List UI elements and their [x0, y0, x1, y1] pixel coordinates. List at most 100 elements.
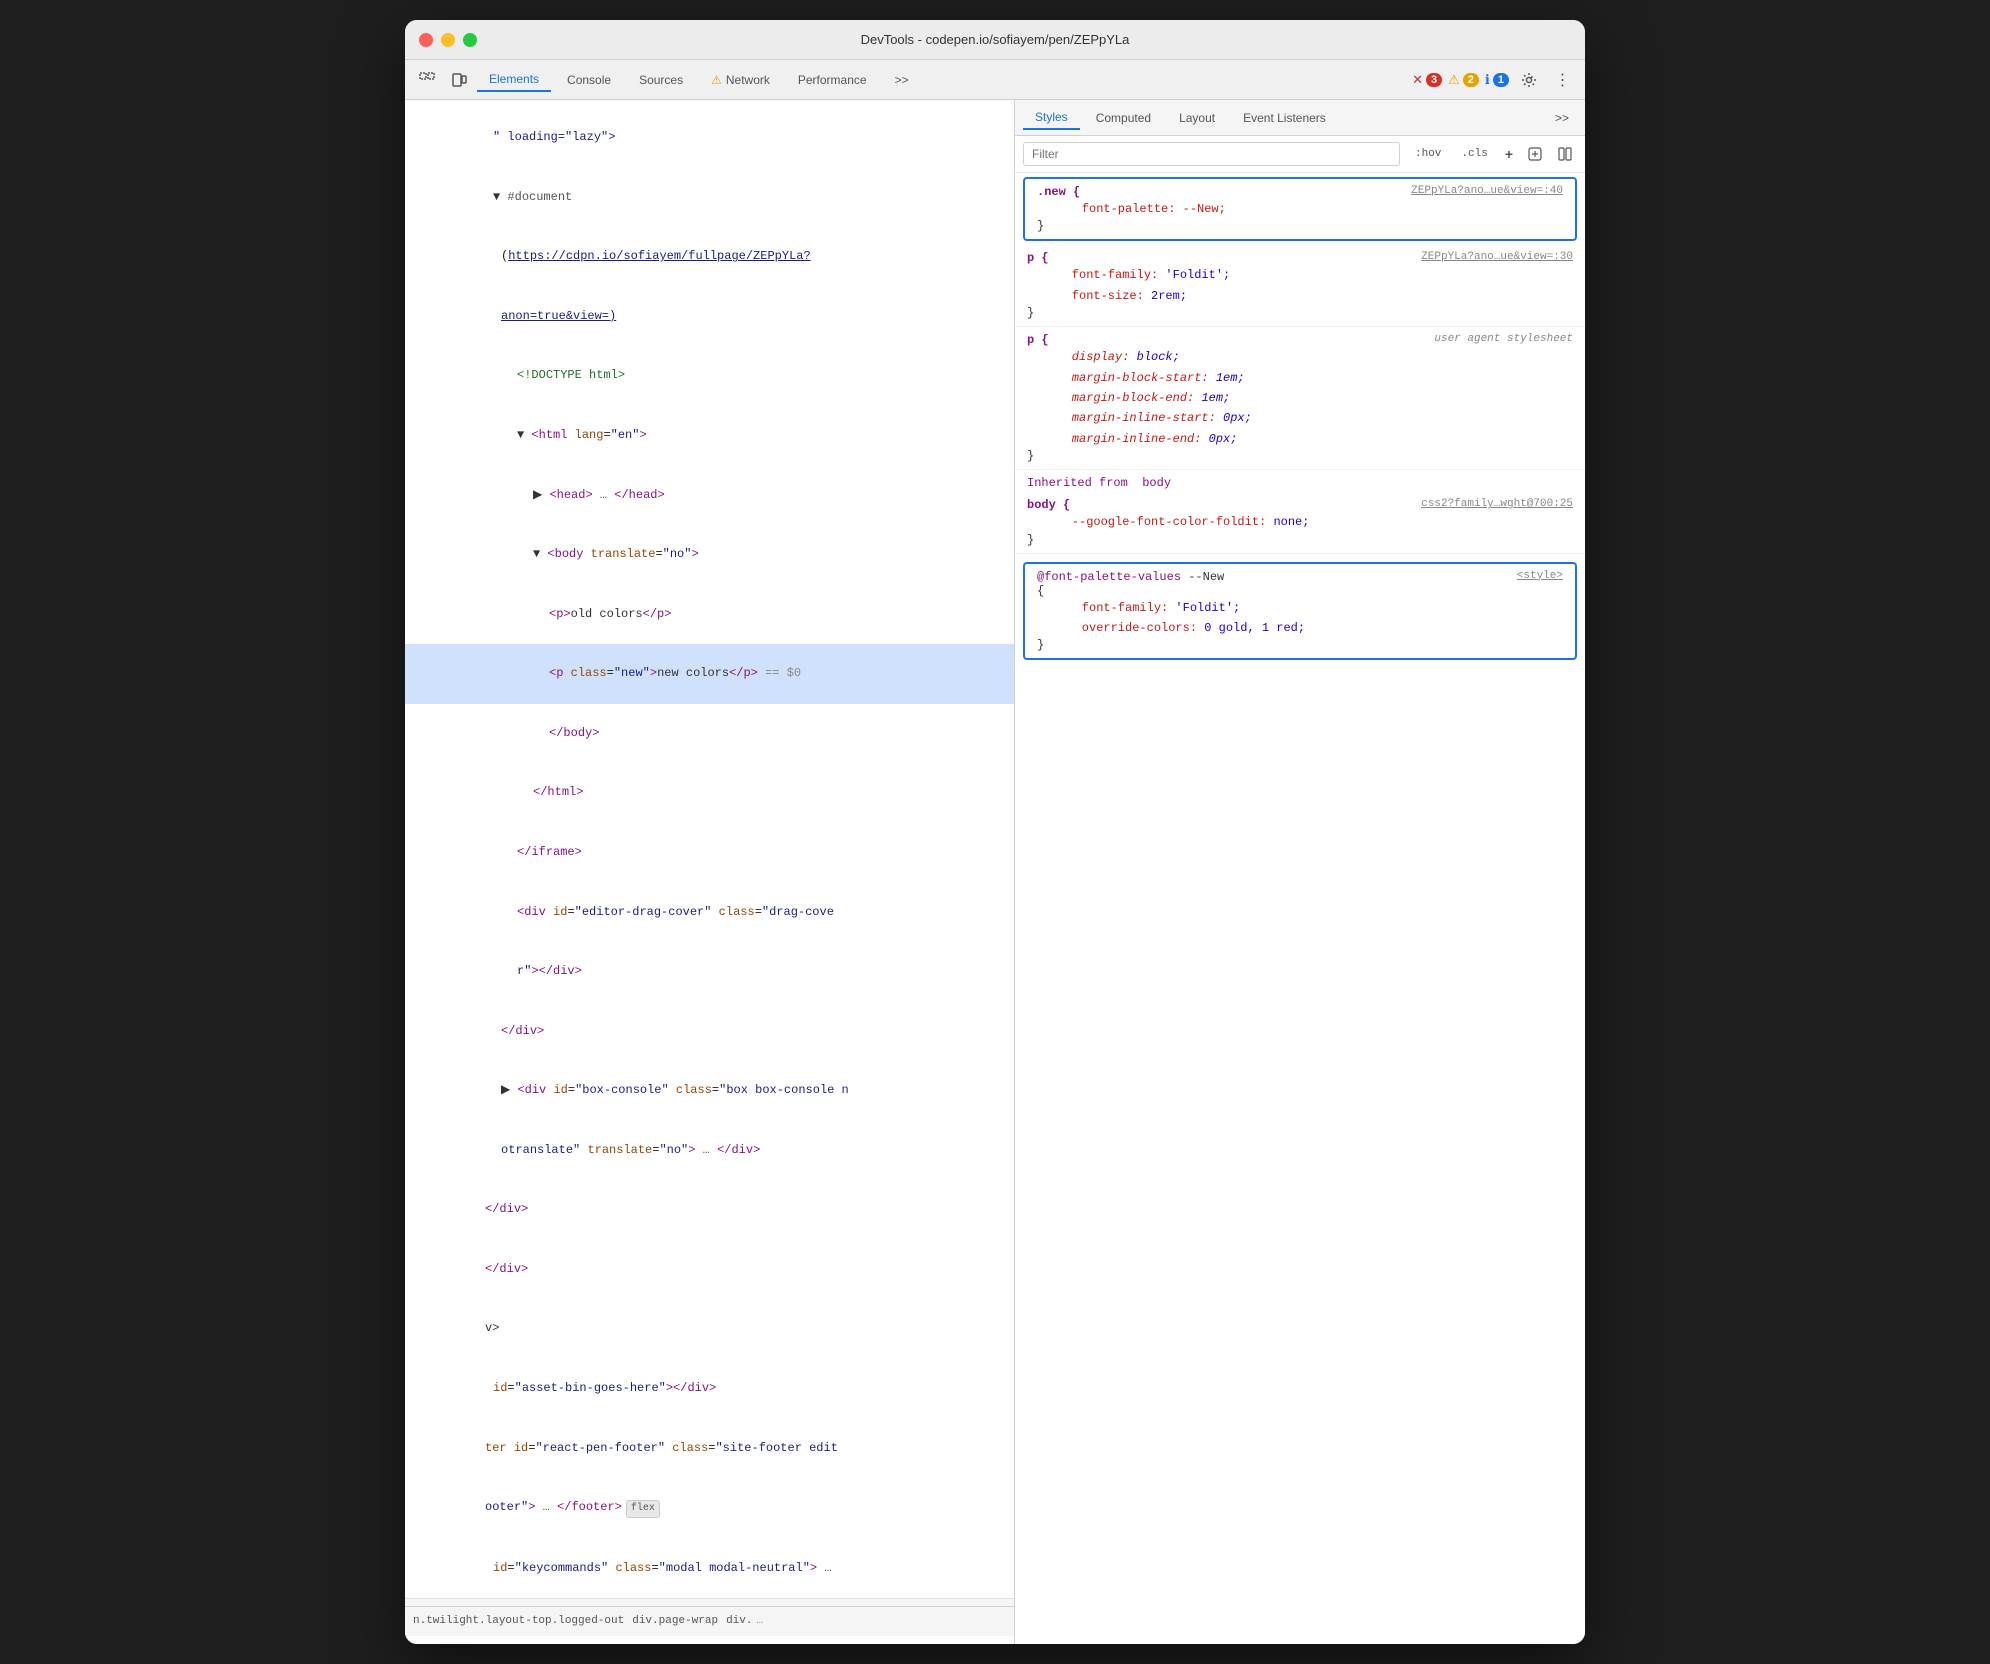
dom-line[interactable]: ter id="react-pen-footer" class="site-fo… [405, 1418, 1014, 1478]
tab-sources[interactable]: Sources [627, 69, 695, 91]
rule-fp-source[interactable]: <style> [1517, 570, 1563, 582]
device-icon[interactable] [445, 66, 473, 94]
rule-fp-prop-name-2[interactable]: override-colors: [1037, 618, 1197, 638]
rule-p2-prop-name-3[interactable]: margin-block-end: [1027, 388, 1194, 408]
dom-line: </html> [405, 763, 1014, 823]
rule-p2-val-4[interactable]: 0px; [1223, 408, 1252, 428]
at-rule-selector[interactable]: @font-palette-values --New [1037, 570, 1224, 584]
breadcrumb-item-3[interactable]: div. [726, 1615, 752, 1627]
close-button[interactable] [419, 33, 433, 47]
toggle-layout-btn[interactable] [1553, 142, 1577, 166]
dom-line: otranslate" translate="no"> … </div> [405, 1121, 1014, 1181]
rule-new[interactable]: .new { ZEPpYLa?ano…ue&view=:40 font-pale… [1023, 177, 1577, 241]
dom-line[interactable]: ▶ <div id="box-console" class="box box-c… [405, 1061, 1014, 1121]
rule-p1-prop1[interactable]: font-family: 'Foldit'; [1027, 265, 1573, 285]
tab-more[interactable]: >> [883, 69, 921, 91]
tab-elements[interactable]: Elements [477, 68, 551, 92]
dom-lines-area[interactable]: " loading="lazy"> ▼ #document (https://c… [405, 108, 1014, 1598]
settings-icon[interactable] [1515, 66, 1543, 94]
rule-p1-val-1[interactable]: 'Foldit'; [1165, 265, 1230, 285]
styles-tab-more[interactable]: >> [1547, 107, 1577, 129]
rule-p2-prop-name-4[interactable]: margin-inline-start: [1027, 408, 1216, 428]
rule-p1-source[interactable]: ZEPpYLa?ano…ue&view=:30 [1421, 251, 1573, 263]
dom-line[interactable]: ▶ <head> … </head> [405, 465, 1014, 525]
dom-panel[interactable]: " loading="lazy"> ▼ #document (https://c… [405, 100, 1015, 1644]
rule-fp-prop2[interactable]: override-colors: 0 gold, 1 red; [1037, 618, 1563, 638]
rule-p2-selector[interactable]: p { [1027, 333, 1049, 347]
rule-fp-prop1[interactable]: font-family: 'Foldit'; [1037, 598, 1563, 618]
flex-badge: flex [626, 1500, 660, 1518]
rule-p2-val-1[interactable]: block; [1137, 347, 1180, 367]
rule-font-palette[interactable]: @font-palette-values --New <style> { fon… [1023, 562, 1577, 661]
dom-line[interactable]: (https://cdpn.io/sofiayem/fullpage/ZEPpY… [405, 227, 1014, 287]
dom-line[interactable]: ooter"> … </footer>flex [405, 1478, 1014, 1538]
rule-p1-prop-name-2[interactable]: font-size: [1027, 286, 1144, 306]
rule-p2-prop4[interactable]: margin-inline-start: 0px; [1027, 408, 1573, 428]
rule-p2-val-2[interactable]: 1em; [1216, 368, 1245, 388]
dom-line[interactable]: id="asset-bin-goes-here"></div> [405, 1359, 1014, 1419]
rule-new-val[interactable]: --New; [1183, 199, 1226, 219]
hover-filter-btn[interactable]: :hov [1408, 145, 1448, 163]
rule-body-prop-name-1[interactable]: --google-font-color-foldit: [1027, 512, 1266, 532]
rule-p1-val-2[interactable]: 2rem; [1151, 286, 1187, 306]
rule-new-selector[interactable]: .new { [1037, 185, 1080, 199]
dom-line[interactable]: id="keycommands" class="modal modal-neut… [405, 1538, 1014, 1598]
tab-computed[interactable]: Computed [1084, 107, 1163, 129]
inspect-icon[interactable] [413, 66, 441, 94]
dom-line[interactable]: ▼ <html lang="en"> [405, 406, 1014, 466]
rule-p2-prop1[interactable]: display: block; [1027, 347, 1573, 367]
rule-body-prop1[interactable]: --google-font-color-foldit: none; [1027, 512, 1573, 532]
dom-line[interactable]: ▼ #document [405, 168, 1014, 228]
dom-scrollbar-horizontal[interactable] [405, 1598, 1014, 1606]
dom-line[interactable]: anon=true&view=) [405, 287, 1014, 347]
rule-p2-close: } [1027, 449, 1573, 463]
rule-p1-prop2[interactable]: font-size: 2rem; [1027, 286, 1573, 306]
dom-line[interactable]: ▼ <body translate="no"> [405, 525, 1014, 585]
add-style-btn[interactable]: + [1501, 146, 1517, 162]
rule-p2-prop2[interactable]: margin-block-start: 1em; [1027, 368, 1573, 388]
maximize-button[interactable] [463, 33, 477, 47]
more-options-icon[interactable]: ⋮ [1549, 66, 1577, 94]
rule-new-prop-line[interactable]: font-palette: --New; [1037, 199, 1563, 219]
rule-fp-val-2[interactable]: 0 gold, 1 red; [1204, 618, 1305, 638]
tab-network[interactable]: ⚠ Network [699, 69, 782, 91]
cls-filter-btn[interactable]: .cls [1454, 145, 1494, 163]
dom-line-selected[interactable]: <p class="new">new colors</p> == $0 [405, 644, 1014, 704]
rule-p2-prop-name-2[interactable]: margin-block-start: [1027, 368, 1209, 388]
tab-styles[interactable]: Styles [1023, 106, 1080, 130]
breadcrumb-item-1[interactable]: n.twilight.layout-top.logged-out [413, 1615, 624, 1627]
rule-p-2[interactable]: p { user agent stylesheet display: block… [1015, 327, 1585, 470]
rule-new-source[interactable]: ZEPpYLa?ano…ue&view=:40 [1411, 185, 1563, 197]
rule-p1-selector[interactable]: p { [1027, 251, 1049, 265]
breadcrumb-item-2[interactable]: div.page-wrap [632, 1615, 718, 1627]
dom-line[interactable]: <p>old colors</p> [405, 585, 1014, 645]
info-icon: ℹ [1485, 72, 1490, 88]
rule-fp-prop-name-1[interactable]: font-family: [1037, 598, 1168, 618]
main-toolbar: Elements Console Sources ⚠ Network Perfo… [405, 60, 1585, 100]
rule-body-selector[interactable]: body { [1027, 498, 1070, 512]
dom-line[interactable]: <div id="editor-drag-cover" class="drag-… [405, 882, 1014, 942]
dom-line: </div> [405, 1180, 1014, 1240]
rule-p2-val-5[interactable]: 0px; [1209, 429, 1238, 449]
style-rules[interactable]: .new { ZEPpYLa?ano…ue&view=:40 font-pale… [1015, 173, 1585, 1644]
rule-p2-prop3[interactable]: margin-block-end: 1em; [1027, 388, 1573, 408]
rule-p2-prop-name-1[interactable]: display: [1027, 347, 1129, 367]
rule-body[interactable]: body { css2?family…wght@700:25 --google-… [1015, 492, 1585, 553]
rule-p1-prop-name-1[interactable]: font-family: [1027, 265, 1158, 285]
tab-layout[interactable]: Layout [1167, 107, 1227, 129]
rule-p2-val-3[interactable]: 1em; [1201, 388, 1230, 408]
rule-p2-prop-name-5[interactable]: margin-inline-end: [1027, 429, 1201, 449]
new-style-rule-btn[interactable] [1523, 142, 1547, 166]
rule-new-prop[interactable]: font-palette: [1037, 199, 1175, 219]
tab-performance[interactable]: Performance [786, 69, 879, 91]
tab-event-listeners[interactable]: Event Listeners [1231, 107, 1338, 129]
rule-body-val-1[interactable]: none; [1273, 512, 1309, 532]
filter-input[interactable] [1023, 142, 1400, 166]
rule-p2-source[interactable]: user agent stylesheet [1434, 333, 1573, 345]
minimize-button[interactable] [441, 33, 455, 47]
rule-p2-prop5[interactable]: margin-inline-end: 0px; [1027, 429, 1573, 449]
rule-p-1[interactable]: p { ZEPpYLa?ano…ue&view=:30 font-family:… [1015, 245, 1585, 327]
rule-fp-val-1[interactable]: 'Foldit'; [1175, 598, 1240, 618]
rule-body-source[interactable]: css2?family…wght@700:25 [1421, 498, 1573, 510]
tab-console[interactable]: Console [555, 69, 623, 91]
